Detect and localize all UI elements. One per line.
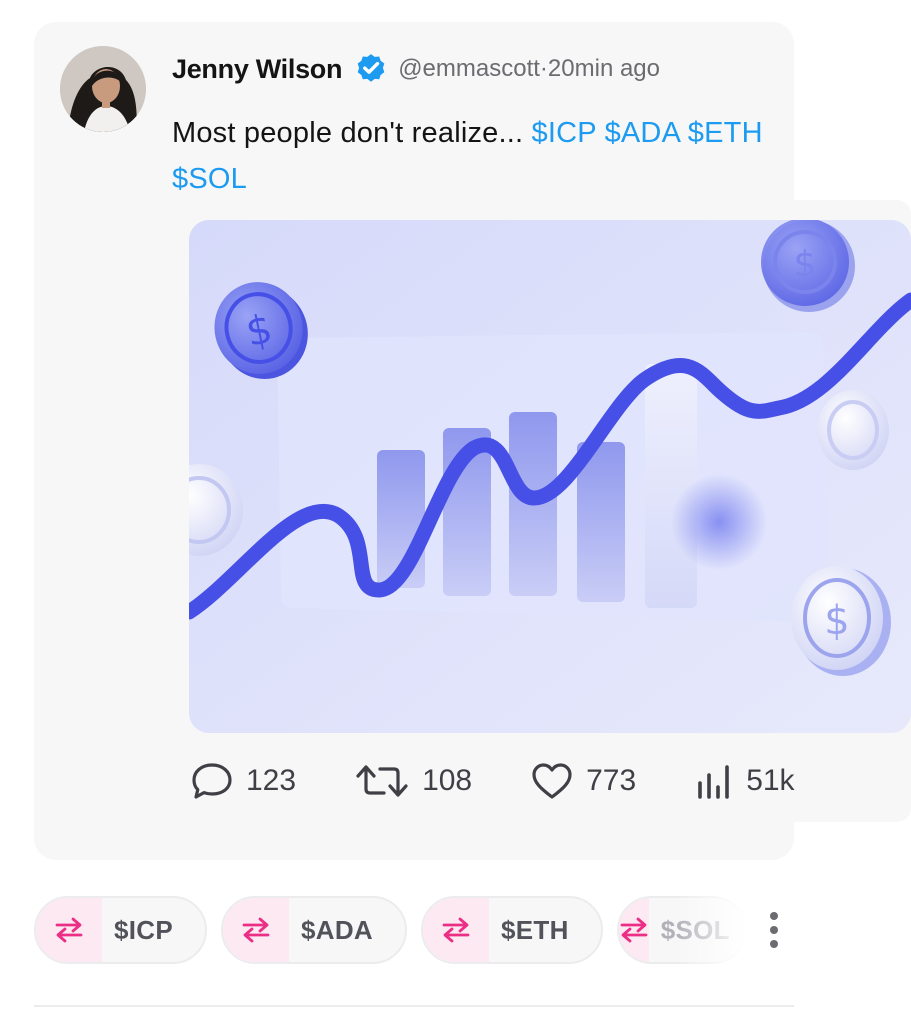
post-text: Most people don't realize... $ICP $ADA $… [172,110,782,202]
chip-eth[interactable]: $ETH [421,896,603,964]
views-button[interactable]: 51k [694,761,795,801]
chip-sol[interactable]: $SOL [616,896,747,964]
chip-label: $ICP [114,914,174,945]
reply-button[interactable]: 123 [190,761,296,801]
author-handle[interactable]: @emmascott [398,55,540,83]
post-media-image[interactable]: $ $ $ [189,220,911,733]
reply-count: 123 [246,764,297,797]
repost-button[interactable]: 108 [354,761,472,801]
swap-icon [618,898,649,962]
svg-text:$: $ [794,244,817,285]
like-button[interactable]: 773 [530,761,636,801]
cashtag-ada[interactable]: $ADA [605,117,680,149]
divider [34,1005,794,1007]
swap-icon [423,898,490,962]
cashtag-eth[interactable]: $ETH [688,117,763,149]
meta-separator: · [539,55,548,82]
swap-icon [36,898,102,962]
views-icon [694,761,734,801]
comment-icon [190,761,234,801]
chip-label: $ADA [301,914,374,945]
post-text-body: Most people don't realize... [172,117,532,149]
post-actions: 123 108 773 51k [190,756,795,806]
repost-icon [354,761,410,801]
avatar[interactable] [60,46,146,132]
svg-text:$: $ [824,598,849,644]
cashtag-icp[interactable]: $ICP [532,117,597,149]
swap-icon [223,898,290,962]
chip-label: $ETH [501,914,569,945]
cashtag-sol[interactable]: $SOL [172,163,247,195]
cashtag-chips: $ICP $ADA $ETH $SOL [34,895,747,965]
chip-label: $SOL [660,914,730,945]
more-vertical-icon[interactable] [760,908,788,952]
repost-count: 108 [422,764,473,797]
verified-badge-icon [354,52,388,86]
heart-icon [530,761,574,801]
chip-icp[interactable]: $ICP [34,896,208,964]
chip-ada[interactable]: $ADA [221,896,408,964]
views-count: 51k [746,764,795,797]
post-header: Jenny Wilson @emmascott · 20min ago [172,52,660,86]
author-name[interactable]: Jenny Wilson [172,54,342,85]
post-timestamp[interactable]: 20min ago [548,55,660,83]
like-count: 773 [586,764,637,797]
